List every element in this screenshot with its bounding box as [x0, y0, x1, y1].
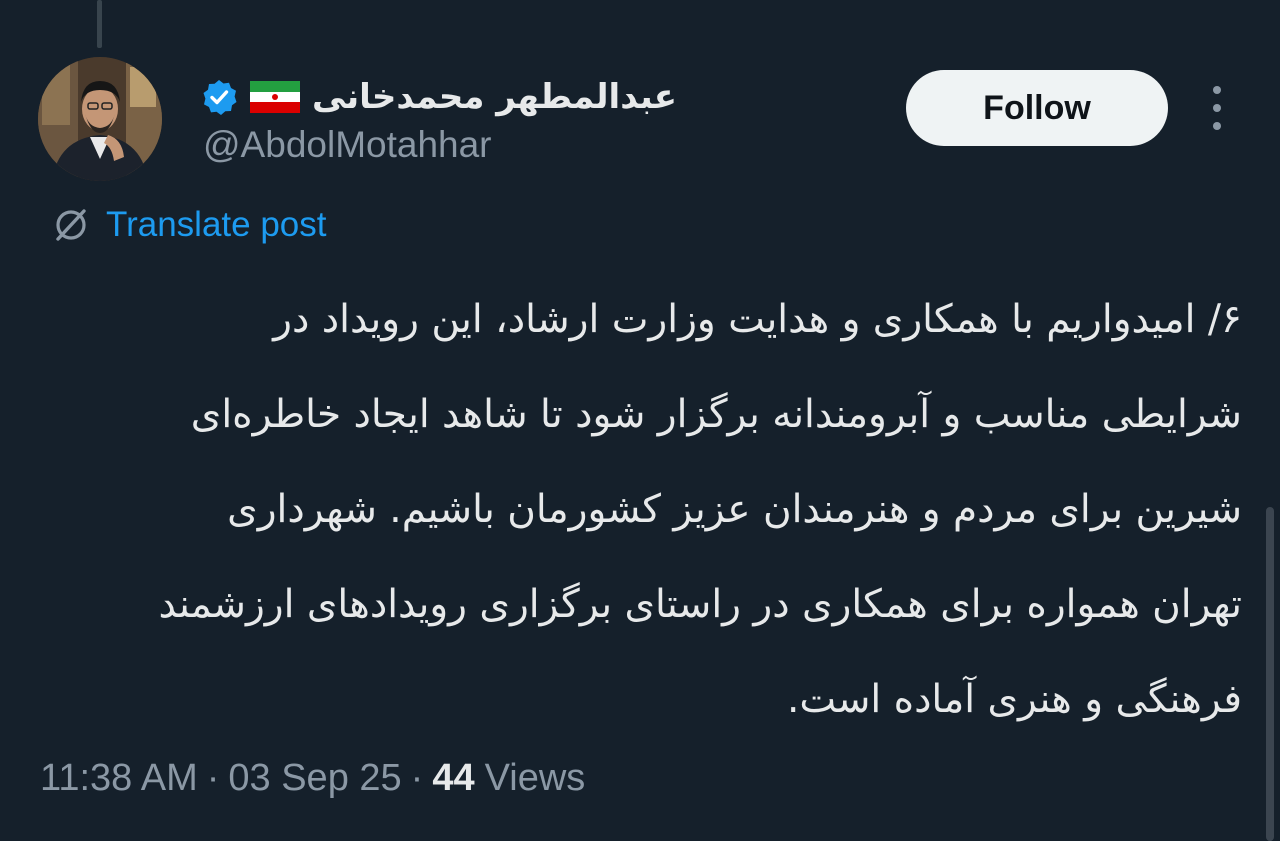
post-line: ۶/ امیدواریم با همکاری و هدایت وزارت ارش… [273, 297, 1242, 342]
thread-connector-line [97, 0, 102, 48]
author-handle[interactable]: @AbdolMotahhar [203, 124, 492, 166]
views-label: Views [484, 756, 586, 799]
iran-flag-icon [250, 81, 300, 113]
more-dot [1213, 104, 1221, 112]
more-vertical-icon[interactable] [1203, 86, 1231, 130]
post-time[interactable]: 11:38 AM [40, 757, 198, 800]
follow-button[interactable]: Follow [906, 70, 1168, 146]
post-date[interactable]: 03 Sep 25 [228, 757, 401, 800]
meta-separator: · [410, 756, 424, 799]
meta-separator: · [206, 756, 220, 799]
post-line: تهران همواره برای همکاری در راستای برگزا… [158, 582, 1242, 627]
more-dot [1213, 122, 1221, 130]
scrollbar-thumb[interactable] [1266, 507, 1274, 841]
verified-badge-icon [200, 78, 238, 116]
translate-post-label[interactable]: Translate post [106, 205, 326, 245]
views-count[interactable]: 44 [432, 757, 474, 800]
translate-globe-icon [50, 204, 92, 246]
post-line: شیرین برای مردم و هنرمندان عزیز کشورمان … [227, 487, 1242, 532]
author-display-name[interactable]: عبدالمطهر محمدخانی [312, 77, 677, 117]
post-line: شرایطی مناسب و آبرومندانه برگزار شود تا … [190, 392, 1242, 437]
more-dot [1213, 86, 1221, 94]
post-meta: 11:38 AM · 03 Sep 25 · 44 Views [40, 753, 585, 803]
translate-post-link[interactable]: Translate post [50, 200, 326, 250]
post-line: فرهنگی و هنری آماده است. [787, 677, 1242, 722]
avatar-photo [38, 57, 162, 181]
avatar[interactable] [38, 57, 162, 181]
post-body: ۶/ امیدواریم با همکاری و هدایت وزارت ارش… [60, 272, 1242, 747]
author-name-row[interactable]: عبدالمطهر محمدخانی [200, 72, 677, 122]
